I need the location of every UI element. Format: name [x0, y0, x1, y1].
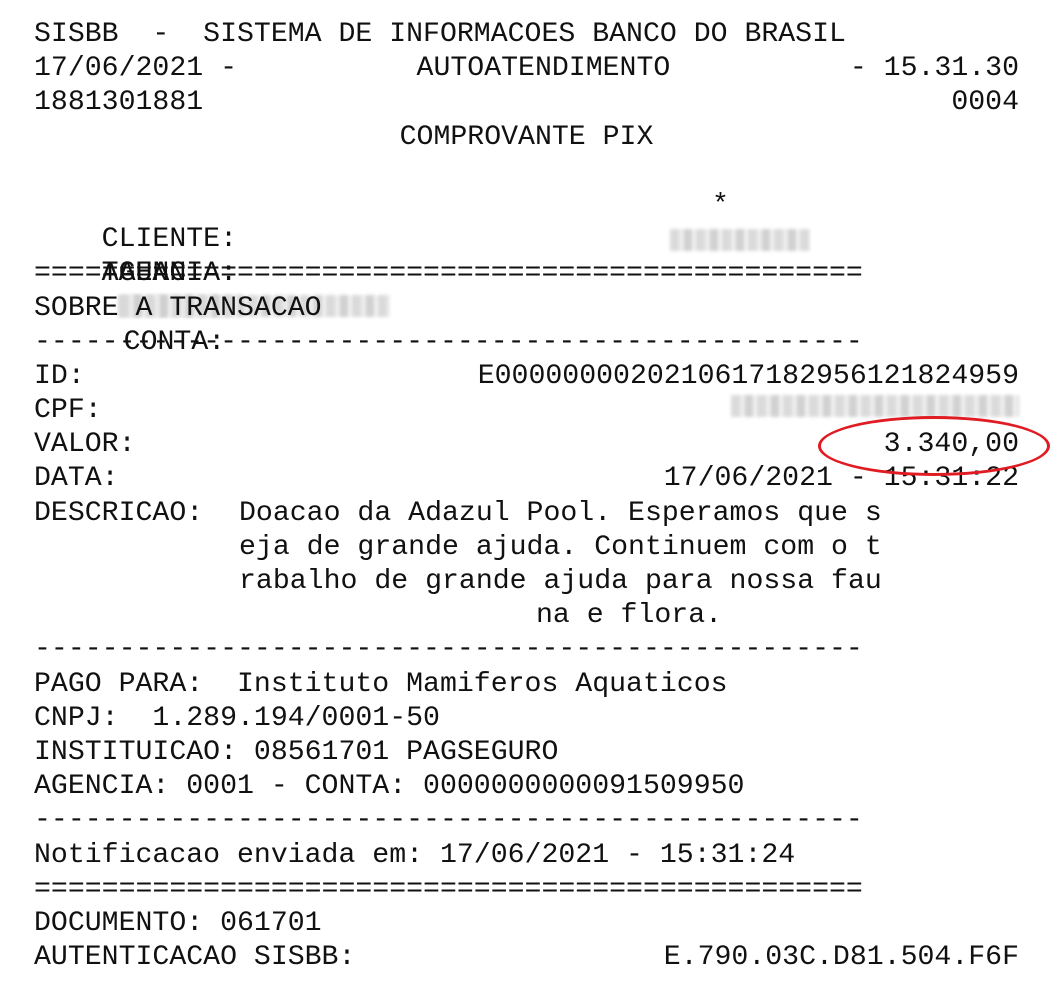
- pago-para-line: PAGO PARA: Instituto Mamiferos Aquaticos: [34, 668, 728, 700]
- data-value: 17/06/2021 - 15:31:22: [663, 463, 1019, 495]
- cpf-row: CPF:: [34, 394, 1019, 428]
- client-star: *: [712, 189, 729, 221]
- autenticacao-label: AUTENTICACAO SISBB:: [34, 942, 356, 974]
- valor-row: VALOR: 3.340,00: [34, 428, 1019, 462]
- id-value: E0000000020210617182956121824959: [477, 360, 1019, 392]
- instituicao-line: INSTITUICAO: 08561701 PAGSEGURO: [34, 736, 559, 768]
- agency-row: AGENCIA: CONTA:: [34, 223, 1019, 358]
- header-code-left: 1881301881: [34, 87, 204, 119]
- data-label: DATA:: [34, 463, 119, 495]
- notification-line: Notificacao enviada em: 17/06/2021 - 15:…: [34, 839, 796, 871]
- documento-line: DOCUMENTO: 061701: [34, 907, 322, 939]
- id-row: ID: E0000000020210617182956121824959: [34, 360, 1019, 394]
- descricao-line-1: Doacao da Adazul Pool. Esperamos que s: [239, 497, 882, 529]
- redacted-account: [670, 229, 810, 252]
- descricao-line-4: na e flora.: [535, 600, 723, 632]
- header-code-row: 1881301881 0004: [34, 86, 1019, 120]
- single-separator: ----------------------------------------…: [34, 805, 863, 837]
- cpf-label: CPF:: [34, 395, 102, 427]
- valor-label: VALOR:: [34, 429, 136, 461]
- header-date-row: 17/06/2021 - AUTOATENDIMENTO - 15.31.30: [34, 52, 1019, 86]
- agencia-conta-line: AGENCIA: 0001 - CONTA: 00000000000915099…: [34, 771, 745, 803]
- header-code-right: 0004: [951, 87, 1019, 119]
- cnpj-line: CNPJ: 1.289.194/0001-50: [34, 702, 440, 734]
- descricao-line-2: eja de grande ajuda. Continuem com o t: [239, 531, 882, 563]
- id-label: ID:: [34, 360, 85, 392]
- descricao-row-3: rabalho de grande ajuda para nossa fau: [34, 565, 1019, 599]
- client-row: CLIENTE: TAUAN *: [34, 189, 1019, 317]
- pix-receipt: SISBB - SISTEMA DE INFORMACOES BANCO DO …: [34, 18, 1019, 975]
- valor-value: 3.340,00: [883, 429, 1019, 461]
- bank-header-line: SISBB - SISTEMA DE INFORMACOES BANCO DO …: [34, 19, 846, 50]
- single-separator: ----------------------------------------…: [34, 634, 863, 666]
- descricao-row-2: eja de grande ajuda. Continuem com o t: [34, 531, 1019, 565]
- descricao-row-1: DESCRICAO: Doacao da Adazul Pool. Espera…: [34, 497, 1019, 531]
- single-separator: ----------------------------------------…: [34, 326, 863, 358]
- double-separator: ========================================…: [34, 258, 863, 290]
- header-time: - 15.31.30: [849, 53, 1019, 85]
- header-service: AUTOATENDIMENTO: [416, 53, 671, 85]
- section-title: SOBRE A TRANSACAO: [34, 292, 322, 324]
- redacted-cpf: [731, 395, 1019, 418]
- autenticacao-row: AUTENTICACAO SISBB: E.790.03C.D81.504.F6…: [34, 941, 1019, 975]
- descricao-line-3: rabalho de grande ajuda para nossa fau: [239, 566, 882, 597]
- double-separator: ========================================…: [34, 873, 863, 905]
- data-row: DATA: 17/06/2021 - 15:31:22: [34, 462, 1019, 496]
- header-date: 17/06/2021 -: [34, 53, 237, 85]
- receipt-title: COMPROVANTE PIX: [399, 121, 654, 153]
- descricao-row-4: na e flora.: [34, 599, 1019, 633]
- descricao-label: DESCRICAO:: [34, 497, 204, 529]
- autenticacao-value: E.790.03C.D81.504.F6F: [663, 942, 1019, 974]
